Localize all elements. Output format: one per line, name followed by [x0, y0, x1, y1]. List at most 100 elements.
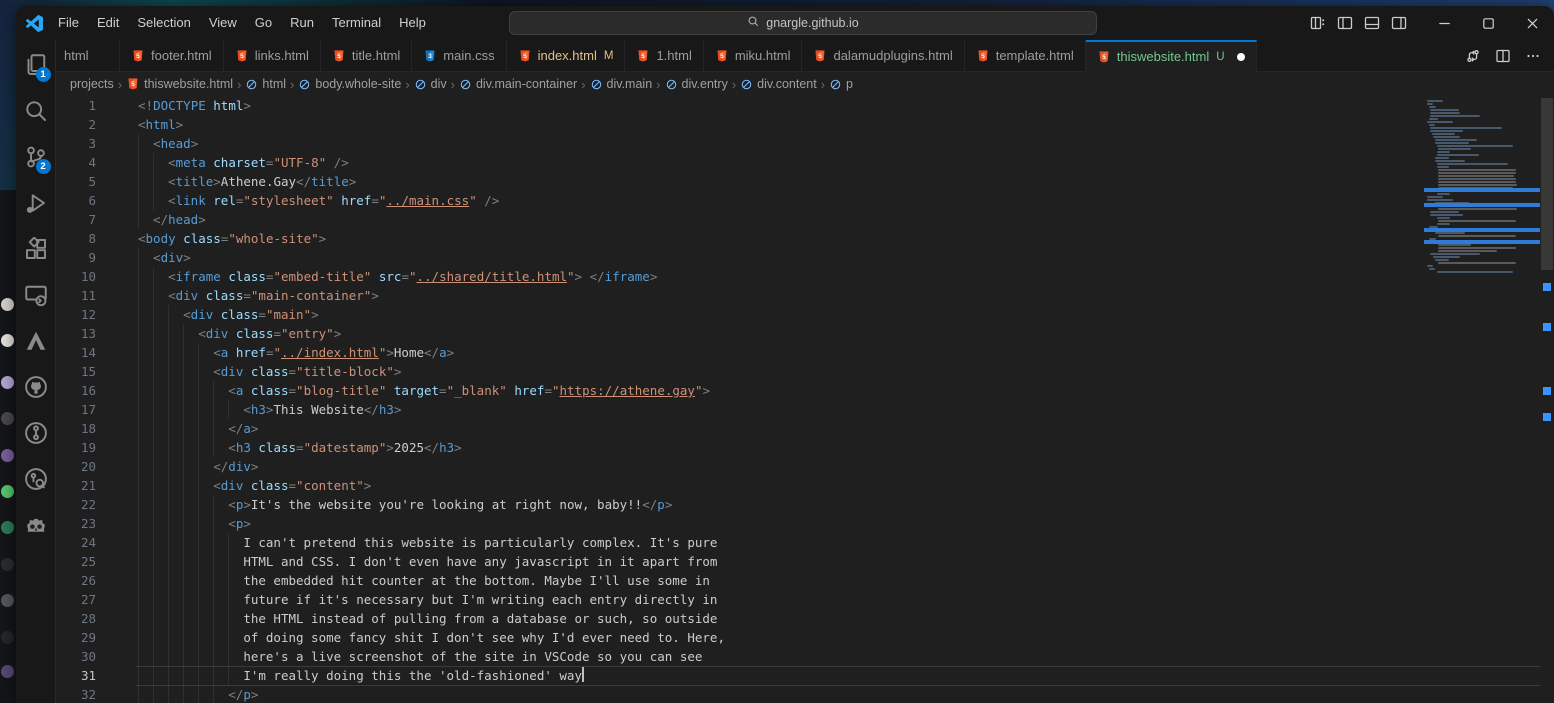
- tab-title.html[interactable]: 5title.html: [321, 40, 412, 71]
- godot-tools-icon[interactable]: [16, 502, 56, 548]
- minimize-button[interactable]: [1422, 6, 1466, 40]
- code-line-28[interactable]: 28the HTML instead of pulling from a dat…: [56, 609, 1424, 628]
- code-line-6[interactable]: 6<link rel="stylesheet" href="../main.cs…: [56, 191, 1424, 210]
- tab-1.html[interactable]: 51.html: [625, 40, 703, 71]
- line-number: 2: [56, 115, 138, 134]
- code-line-3[interactable]: 3<head>: [56, 134, 1424, 153]
- breadcrumb-item-div[interactable]: div: [414, 77, 447, 91]
- minimap[interactable]: [1424, 96, 1540, 703]
- toggle-panel-icon[interactable]: [1358, 6, 1385, 40]
- remote-explorer-icon[interactable]: [16, 272, 56, 318]
- breadcrumb-item-div.main-container[interactable]: div.main-container: [459, 77, 577, 91]
- breadcrumb-item-div.content[interactable]: div.content: [740, 77, 817, 91]
- tab-footer.html[interactable]: 5footer.html: [120, 40, 224, 71]
- code-line-4[interactable]: 4<meta charset="UTF-8" />: [56, 153, 1424, 172]
- breadcrumb-item-thiswebsite.html[interactable]: 5thiswebsite.html: [126, 77, 233, 91]
- azure-extension-icon[interactable]: [16, 318, 56, 364]
- code-line-24[interactable]: 24I can't pretend this website is partic…: [56, 533, 1424, 552]
- code-line-23[interactable]: 23<p>: [56, 514, 1424, 533]
- code-line-8[interactable]: 8<body class="whole-site">: [56, 229, 1424, 248]
- code-line-30[interactable]: 30here's a live screenshot of the site i…: [56, 647, 1424, 666]
- breadcrumb-item-html[interactable]: html: [245, 77, 286, 91]
- toggle-primary-sidebar-icon[interactable]: [1331, 6, 1358, 40]
- code-line-12[interactable]: 12<div class="main">: [56, 305, 1424, 324]
- menu-terminal[interactable]: Terminal: [323, 6, 390, 40]
- breadcrumb-item-div.entry[interactable]: div.entry: [665, 77, 728, 91]
- code-line-14[interactable]: 14<a href="../index.html">Home</a>: [56, 343, 1424, 362]
- menu-view[interactable]: View: [200, 6, 246, 40]
- maximize-button[interactable]: [1466, 6, 1510, 40]
- code-line-13[interactable]: 13<div class="entry">: [56, 324, 1424, 343]
- gitlens-inspect-icon[interactable]: [16, 456, 56, 502]
- tab-dalamudplugins.html[interactable]: 5dalamudplugins.html: [802, 40, 964, 71]
- breadcrumb-item-projects[interactable]: projects: [70, 77, 114, 91]
- html-file-icon: 5: [131, 49, 145, 63]
- breadcrumb-item-p[interactable]: p: [829, 77, 853, 91]
- minimap-line: [1438, 181, 1515, 183]
- menu-bar: FileEditSelectionViewGoRunTerminalHelp: [49, 6, 435, 40]
- code-line-9[interactable]: 9<div>: [56, 248, 1424, 267]
- code-line-20[interactable]: 20</div>: [56, 457, 1424, 476]
- tab-template.html[interactable]: 5template.html: [965, 40, 1086, 71]
- gitlens-icon[interactable]: [16, 410, 56, 456]
- code-line-5[interactable]: 5<title>Athene.Gay</title>: [56, 172, 1424, 191]
- breadcrumb-item-div.main[interactable]: div.main: [590, 77, 653, 91]
- code-line-31[interactable]: 31I'm really doing this the 'old-fashion…: [56, 666, 1424, 685]
- extensions-icon[interactable]: [16, 226, 56, 272]
- code-line-26[interactable]: 26the embedded hit counter at the bottom…: [56, 571, 1424, 590]
- code-line-22[interactable]: 22<p>It's the website you're looking at …: [56, 495, 1424, 514]
- background-avatar: [1, 412, 14, 425]
- tab-miku.html[interactable]: 5miku.html: [704, 40, 803, 71]
- line-number: 22: [56, 495, 138, 514]
- code-text: here's a live screenshot of the site in …: [138, 647, 1424, 666]
- search-icon[interactable]: [16, 88, 56, 134]
- split-editor-icon[interactable]: [1490, 43, 1516, 69]
- window-controls: [1422, 6, 1554, 40]
- more-actions-icon[interactable]: [1520, 43, 1546, 69]
- code-line-1[interactable]: 1<!DOCTYPE html>: [56, 96, 1424, 115]
- github-icon[interactable]: [16, 364, 56, 410]
- menu-selection[interactable]: Selection: [128, 6, 199, 40]
- command-center-search[interactable]: gnargle.github.io: [509, 11, 1097, 35]
- code-line-25[interactable]: 25HTML and CSS. I don't even have any ja…: [56, 552, 1424, 571]
- code-line-17[interactable]: 17<h3>This Website</h3>: [56, 400, 1424, 419]
- code-line-32[interactable]: 32</p>: [56, 685, 1424, 703]
- tab-thiswebsite.html[interactable]: 5thiswebsite.htmlU: [1086, 40, 1257, 72]
- breadcrumb-separator: ›: [290, 77, 294, 92]
- code-line-10[interactable]: 10<iframe class="embed-title" src="../sh…: [56, 267, 1424, 286]
- minimap-line: [1430, 109, 1458, 111]
- dirty-indicator[interactable]: [1237, 53, 1245, 61]
- code-line-7[interactable]: 7</head>: [56, 210, 1424, 229]
- code-line-19[interactable]: 19<h3 class="datestamp">2025</h3>: [56, 438, 1424, 457]
- code-line-15[interactable]: 15<div class="title-block">: [56, 362, 1424, 381]
- explorer-icon[interactable]: 1: [16, 42, 56, 88]
- source-control-icon[interactable]: 2: [16, 134, 56, 180]
- breadcrumb-separator: ›: [118, 77, 122, 92]
- tab-html[interactable]: html: [56, 40, 120, 71]
- tab-links.html[interactable]: 5links.html: [224, 40, 321, 71]
- code-line-18[interactable]: 18</a>: [56, 419, 1424, 438]
- menu-edit[interactable]: Edit: [88, 6, 128, 40]
- breadcrumb-separator: ›: [656, 77, 660, 92]
- menu-go[interactable]: Go: [246, 6, 281, 40]
- breadcrumb-item-body.whole-site[interactable]: body.whole-site: [298, 77, 401, 91]
- scrollbar-thumb[interactable]: [1541, 98, 1553, 270]
- tab-main.css[interactable]: 3main.css: [412, 40, 506, 71]
- code-line-11[interactable]: 11<div class="main-container">: [56, 286, 1424, 305]
- tab-index.html[interactable]: 5index.htmlM: [507, 40, 626, 71]
- open-changes-icon[interactable]: [1460, 43, 1486, 69]
- close-button[interactable]: [1510, 6, 1554, 40]
- code-line-16[interactable]: 16<a class="blog-title" target="_blank" …: [56, 381, 1424, 400]
- code-line-21[interactable]: 21<div class="content">: [56, 476, 1424, 495]
- vertical-scrollbar[interactable]: [1540, 96, 1554, 703]
- menu-run[interactable]: Run: [281, 6, 323, 40]
- run-and-debug-icon[interactable]: [16, 180, 56, 226]
- code-line-2[interactable]: 2<html>: [56, 115, 1424, 134]
- code-editor[interactable]: 1<!DOCTYPE html>2<html>3<head>4<meta cha…: [56, 96, 1554, 703]
- code-line-29[interactable]: 29of doing some fancy shit I don't see w…: [56, 628, 1424, 647]
- toggle-secondary-sidebar-icon[interactable]: [1385, 6, 1412, 40]
- customize-layout-icon[interactable]: [1304, 6, 1331, 40]
- menu-help[interactable]: Help: [390, 6, 435, 40]
- code-line-27[interactable]: 27future if it's necessary but I'm writi…: [56, 590, 1424, 609]
- menu-file[interactable]: File: [49, 6, 88, 40]
